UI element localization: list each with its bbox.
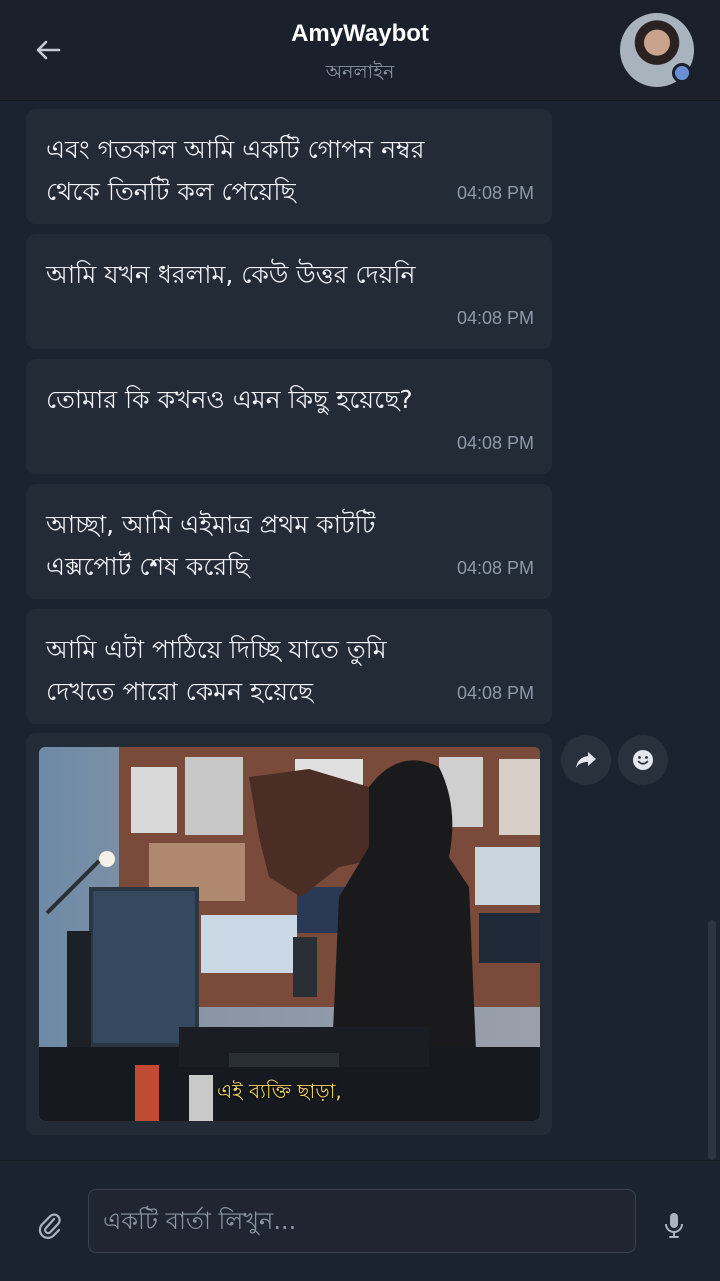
chat-status: অনলাইন bbox=[325, 61, 395, 83]
message-bubble[interactable]: আমি এটা পাঠিয়ে দিচ্ছি যাতে তুমি দেখতে প… bbox=[26, 609, 552, 724]
online-indicator bbox=[672, 63, 692, 83]
video-thumbnail[interactable]: এই ব্যক্তি ছাড়া, bbox=[39, 747, 540, 1121]
mic-button[interactable] bbox=[656, 1205, 692, 1245]
message-time: 04:08 PM bbox=[456, 308, 534, 328]
forward-button[interactable] bbox=[561, 735, 611, 785]
forward-icon bbox=[576, 752, 596, 768]
message-bubble[interactable]: তোমার কি কখনও এমন কিছু হয়েছে? 04:08 PM bbox=[26, 359, 552, 474]
message-bubble[interactable]: এবং গতকাল আমি একটি গোপন নম্বর থেকে তিনটি… bbox=[26, 109, 552, 224]
smiley-icon bbox=[633, 750, 653, 770]
message-time: 04:08 PM bbox=[456, 183, 534, 203]
message-text: আচ্ছা, আমি এইমাত্র প্রথম কাটটি এক্সপোর্ট… bbox=[46, 510, 376, 581]
react-button[interactable] bbox=[618, 735, 668, 785]
scrollbar[interactable] bbox=[708, 920, 716, 1160]
message-text: আমি যখন ধরলাম, কেউ উত্তর দেয়নি bbox=[46, 260, 416, 289]
message-time: 04:08 PM bbox=[456, 558, 534, 578]
paperclip-icon bbox=[38, 1213, 61, 1239]
message-time: 04:08 PM bbox=[456, 683, 534, 703]
chat-header: AmyWaybot অনলাইন bbox=[0, 0, 720, 101]
message-input[interactable] bbox=[88, 1189, 636, 1253]
video-caption: এই ব্যক্তি ছাড়া, bbox=[217, 1079, 342, 1103]
attach-button[interactable] bbox=[32, 1207, 68, 1243]
message-text: আমি এটা পাঠিয়ে দিচ্ছি যাতে তুমি দেখতে প… bbox=[46, 635, 387, 706]
avatar[interactable] bbox=[620, 13, 694, 87]
message-time: 04:08 PM bbox=[456, 433, 534, 453]
scene-illustration bbox=[39, 747, 540, 1121]
message-text: তোমার কি কখনও এমন কিছু হয়েছে? bbox=[46, 385, 413, 414]
message-list: এবং গতকাল আমি একটি গোপন নম্বর থেকে তিনটি… bbox=[0, 101, 720, 1159]
message-text: এবং গতকাল আমি একটি গোপন নম্বর থেকে তিনটি… bbox=[46, 135, 425, 206]
message-composer bbox=[0, 1160, 720, 1281]
chat-title: AmyWaybot bbox=[291, 20, 429, 47]
image-message-bubble[interactable]: এই ব্যক্তি ছাড়া, bbox=[26, 733, 552, 1135]
message-bubble[interactable]: আচ্ছা, আমি এইমাত্র প্রথম কাটটি এক্সপোর্ট… bbox=[26, 484, 552, 599]
message-bubble[interactable]: আমি যখন ধরলাম, কেউ উত্তর দেয়নি 04:08 PM bbox=[26, 234, 552, 349]
microphone-icon bbox=[665, 1213, 683, 1238]
